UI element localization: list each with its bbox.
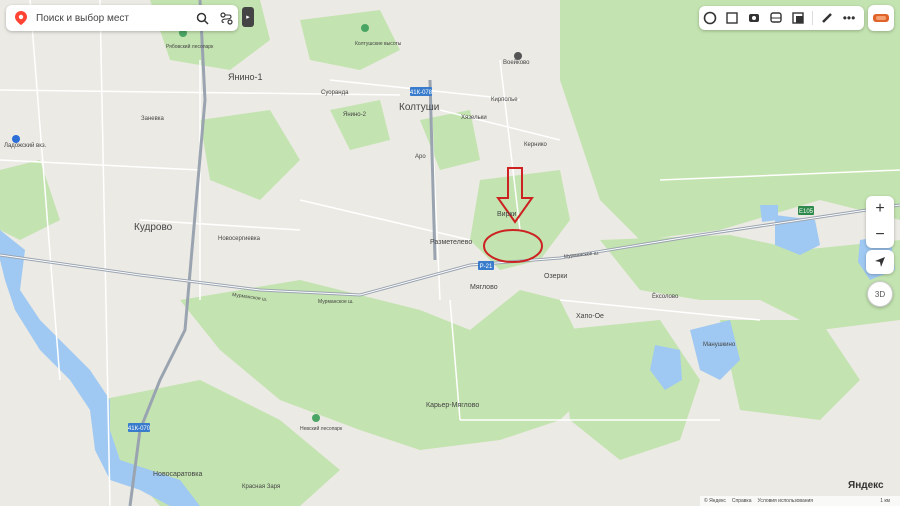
panorama-icon[interactable] bbox=[721, 6, 743, 30]
locate-icon bbox=[875, 257, 885, 267]
svg-text:41К-070: 41К-070 bbox=[128, 426, 151, 432]
avatar[interactable] bbox=[868, 5, 894, 31]
label-voeikovo: Воейково bbox=[503, 59, 530, 66]
label-ozerki: Озерки bbox=[544, 273, 567, 280]
label-suoranda: Суоранда bbox=[321, 90, 349, 96]
more-icon[interactable]: ••• bbox=[838, 6, 860, 30]
zoom-in-button[interactable]: + bbox=[866, 196, 894, 222]
svg-text:E105: E105 bbox=[799, 209, 814, 215]
map-footer: © Яндекс Справка Условия использования 1… bbox=[700, 496, 900, 506]
label-koltushi: Колтуши bbox=[399, 102, 439, 113]
label-ryabovsky-park: Рябовский лесопарк bbox=[166, 43, 214, 50]
help-link[interactable]: Справка bbox=[732, 498, 752, 504]
ruler-icon[interactable] bbox=[816, 6, 838, 30]
label-kudrovo: Кудрово bbox=[134, 222, 173, 233]
transport-icon[interactable] bbox=[765, 6, 787, 30]
svg-text:41К-078: 41К-078 bbox=[410, 90, 433, 96]
3d-button[interactable]: 3D bbox=[867, 281, 893, 307]
label-novosaratovka: Новосаратовка bbox=[153, 471, 202, 478]
label-karyer: Карьер-Мяглово bbox=[426, 402, 479, 409]
traffic-icon[interactable] bbox=[743, 6, 765, 30]
map-canvas[interactable]: 41К-078 41К-070 Р-21 E105 Янино-1 Кудров… bbox=[0, 0, 900, 506]
label-nevsky-park: Невский лесопарк bbox=[300, 425, 343, 432]
map-type-icon[interactable] bbox=[787, 6, 809, 30]
metro-icon bbox=[12, 135, 20, 143]
copyright-text: © Яндекс bbox=[704, 498, 726, 504]
scale-label: 1 км bbox=[880, 498, 890, 504]
zoom-out-button[interactable]: − bbox=[866, 222, 894, 248]
terms-link[interactable]: Условия использования bbox=[758, 498, 814, 504]
label-ladozhsky: Ладожский вкз. bbox=[4, 142, 47, 149]
label-novosergievka: Новосергиевка bbox=[218, 236, 261, 242]
park-icon bbox=[312, 414, 320, 422]
label-murmansk-road2: Мурманское ш. bbox=[318, 299, 354, 305]
label-hapoe: Хапо-Ое bbox=[576, 313, 604, 320]
label-koltush-vysoty: Колтушские высоты bbox=[355, 41, 402, 47]
poi-icon bbox=[514, 52, 522, 60]
label-myaglovo: Мяглово bbox=[470, 284, 498, 291]
label-yanino2: Янино-2 bbox=[343, 112, 367, 118]
layers-icon[interactable] bbox=[699, 6, 721, 30]
zoom-control: + − bbox=[866, 196, 894, 248]
label-virki: Вирки bbox=[497, 211, 517, 218]
label-ekolovo: Ёксолово bbox=[652, 293, 679, 300]
label-razmetelevo: Разметелево bbox=[430, 239, 472, 246]
collapse-panel-button[interactable]: ▸ bbox=[242, 7, 254, 27]
search-bar[interactable] bbox=[6, 5, 238, 31]
route-icon[interactable] bbox=[214, 6, 238, 30]
label-keriko: Кернико bbox=[524, 142, 548, 148]
label-khirelki: Хязельки bbox=[461, 115, 487, 121]
layers-toolbar: ••• bbox=[699, 6, 864, 30]
label-zanevka: Заневка bbox=[141, 116, 165, 122]
search-icon[interactable] bbox=[190, 6, 214, 30]
park-icon bbox=[361, 24, 369, 32]
label-yanino1: Янино-1 bbox=[228, 72, 262, 82]
locate-button[interactable] bbox=[866, 250, 894, 274]
svg-text:Р-21: Р-21 bbox=[480, 264, 493, 270]
map-pin-icon bbox=[10, 7, 32, 29]
label-kirpolye: Кирполье bbox=[491, 97, 518, 103]
brand-logo: Яндекс bbox=[848, 480, 884, 491]
search-input[interactable] bbox=[32, 11, 190, 25]
label-aro: Аро bbox=[415, 154, 426, 160]
label-krasnaya-zarya: Красная Заря bbox=[242, 484, 280, 490]
label-manushkino: Манушкино bbox=[703, 342, 736, 348]
